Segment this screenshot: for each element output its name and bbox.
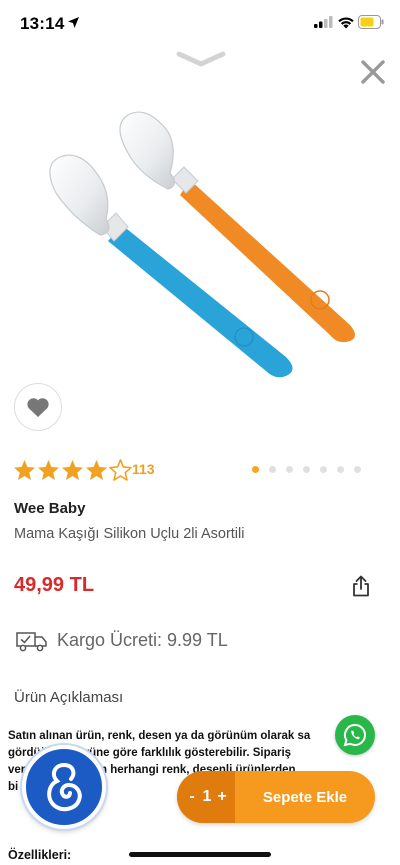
chevron-down-icon[interactable] <box>175 50 227 68</box>
heart-icon <box>27 398 49 417</box>
increase-quantity-button[interactable]: + <box>215 788 229 806</box>
blue-spoon <box>49 154 293 378</box>
add-to-cart-button[interactable]: Sepete Ekle <box>235 789 375 806</box>
whatsapp-button[interactable] <box>335 715 375 755</box>
quantity-value: 1 <box>202 788 212 805</box>
carousel-dot[interactable] <box>269 466 276 473</box>
star-icon <box>37 459 60 481</box>
carousel-dot[interactable] <box>286 466 293 473</box>
star-icon <box>61 459 84 481</box>
rating-stars <box>13 459 132 481</box>
shipping-cost: Kargo Ücreti: 9.99 TL <box>57 630 228 650</box>
review-count[interactable]: 113 <box>132 461 155 477</box>
truck-icon <box>16 632 47 652</box>
carousel-dot[interactable] <box>337 466 344 473</box>
home-indicator <box>129 852 271 857</box>
product-image[interactable] <box>20 95 380 395</box>
carousel-dot[interactable] <box>252 466 259 473</box>
orange-spoon <box>119 111 355 343</box>
product-name: Mama Kaşığı Silikon Uçlu 2li Asortili <box>14 526 245 542</box>
battery-icon <box>358 15 384 29</box>
star-outline-icon <box>109 459 132 481</box>
favorite-button[interactable] <box>14 383 62 431</box>
decrease-quantity-button[interactable]: - <box>185 788 199 806</box>
carousel-dot[interactable] <box>354 466 361 473</box>
close-icon[interactable] <box>360 59 386 85</box>
description-title[interactable]: Ürün Açıklaması <box>14 689 123 706</box>
status-time: 13:14 <box>20 14 65 33</box>
brand-name[interactable]: Wee Baby <box>14 500 85 517</box>
add-to-cart-bar: - 1 + Sepete Ekle <box>177 771 375 823</box>
star-icon <box>85 459 108 481</box>
whatsapp-icon <box>343 723 366 747</box>
wee-baby-logo <box>47 763 82 812</box>
image-carousel-dots <box>252 466 361 473</box>
signal-icon <box>314 16 333 28</box>
star-icon <box>13 459 36 481</box>
carousel-dot[interactable] <box>320 466 327 473</box>
quantity-stepper: - 1 + <box>177 771 235 823</box>
status-bar: 13:14 <box>0 0 400 46</box>
share-icon[interactable] <box>351 575 371 597</box>
location-arrow-icon <box>68 17 79 28</box>
carousel-dot[interactable] <box>303 466 310 473</box>
wifi-icon <box>338 17 354 29</box>
product-price: 49,99 TL <box>14 574 95 596</box>
app-logo-button[interactable] <box>22 745 106 829</box>
features-heading: Özellikleri: <box>8 848 72 862</box>
